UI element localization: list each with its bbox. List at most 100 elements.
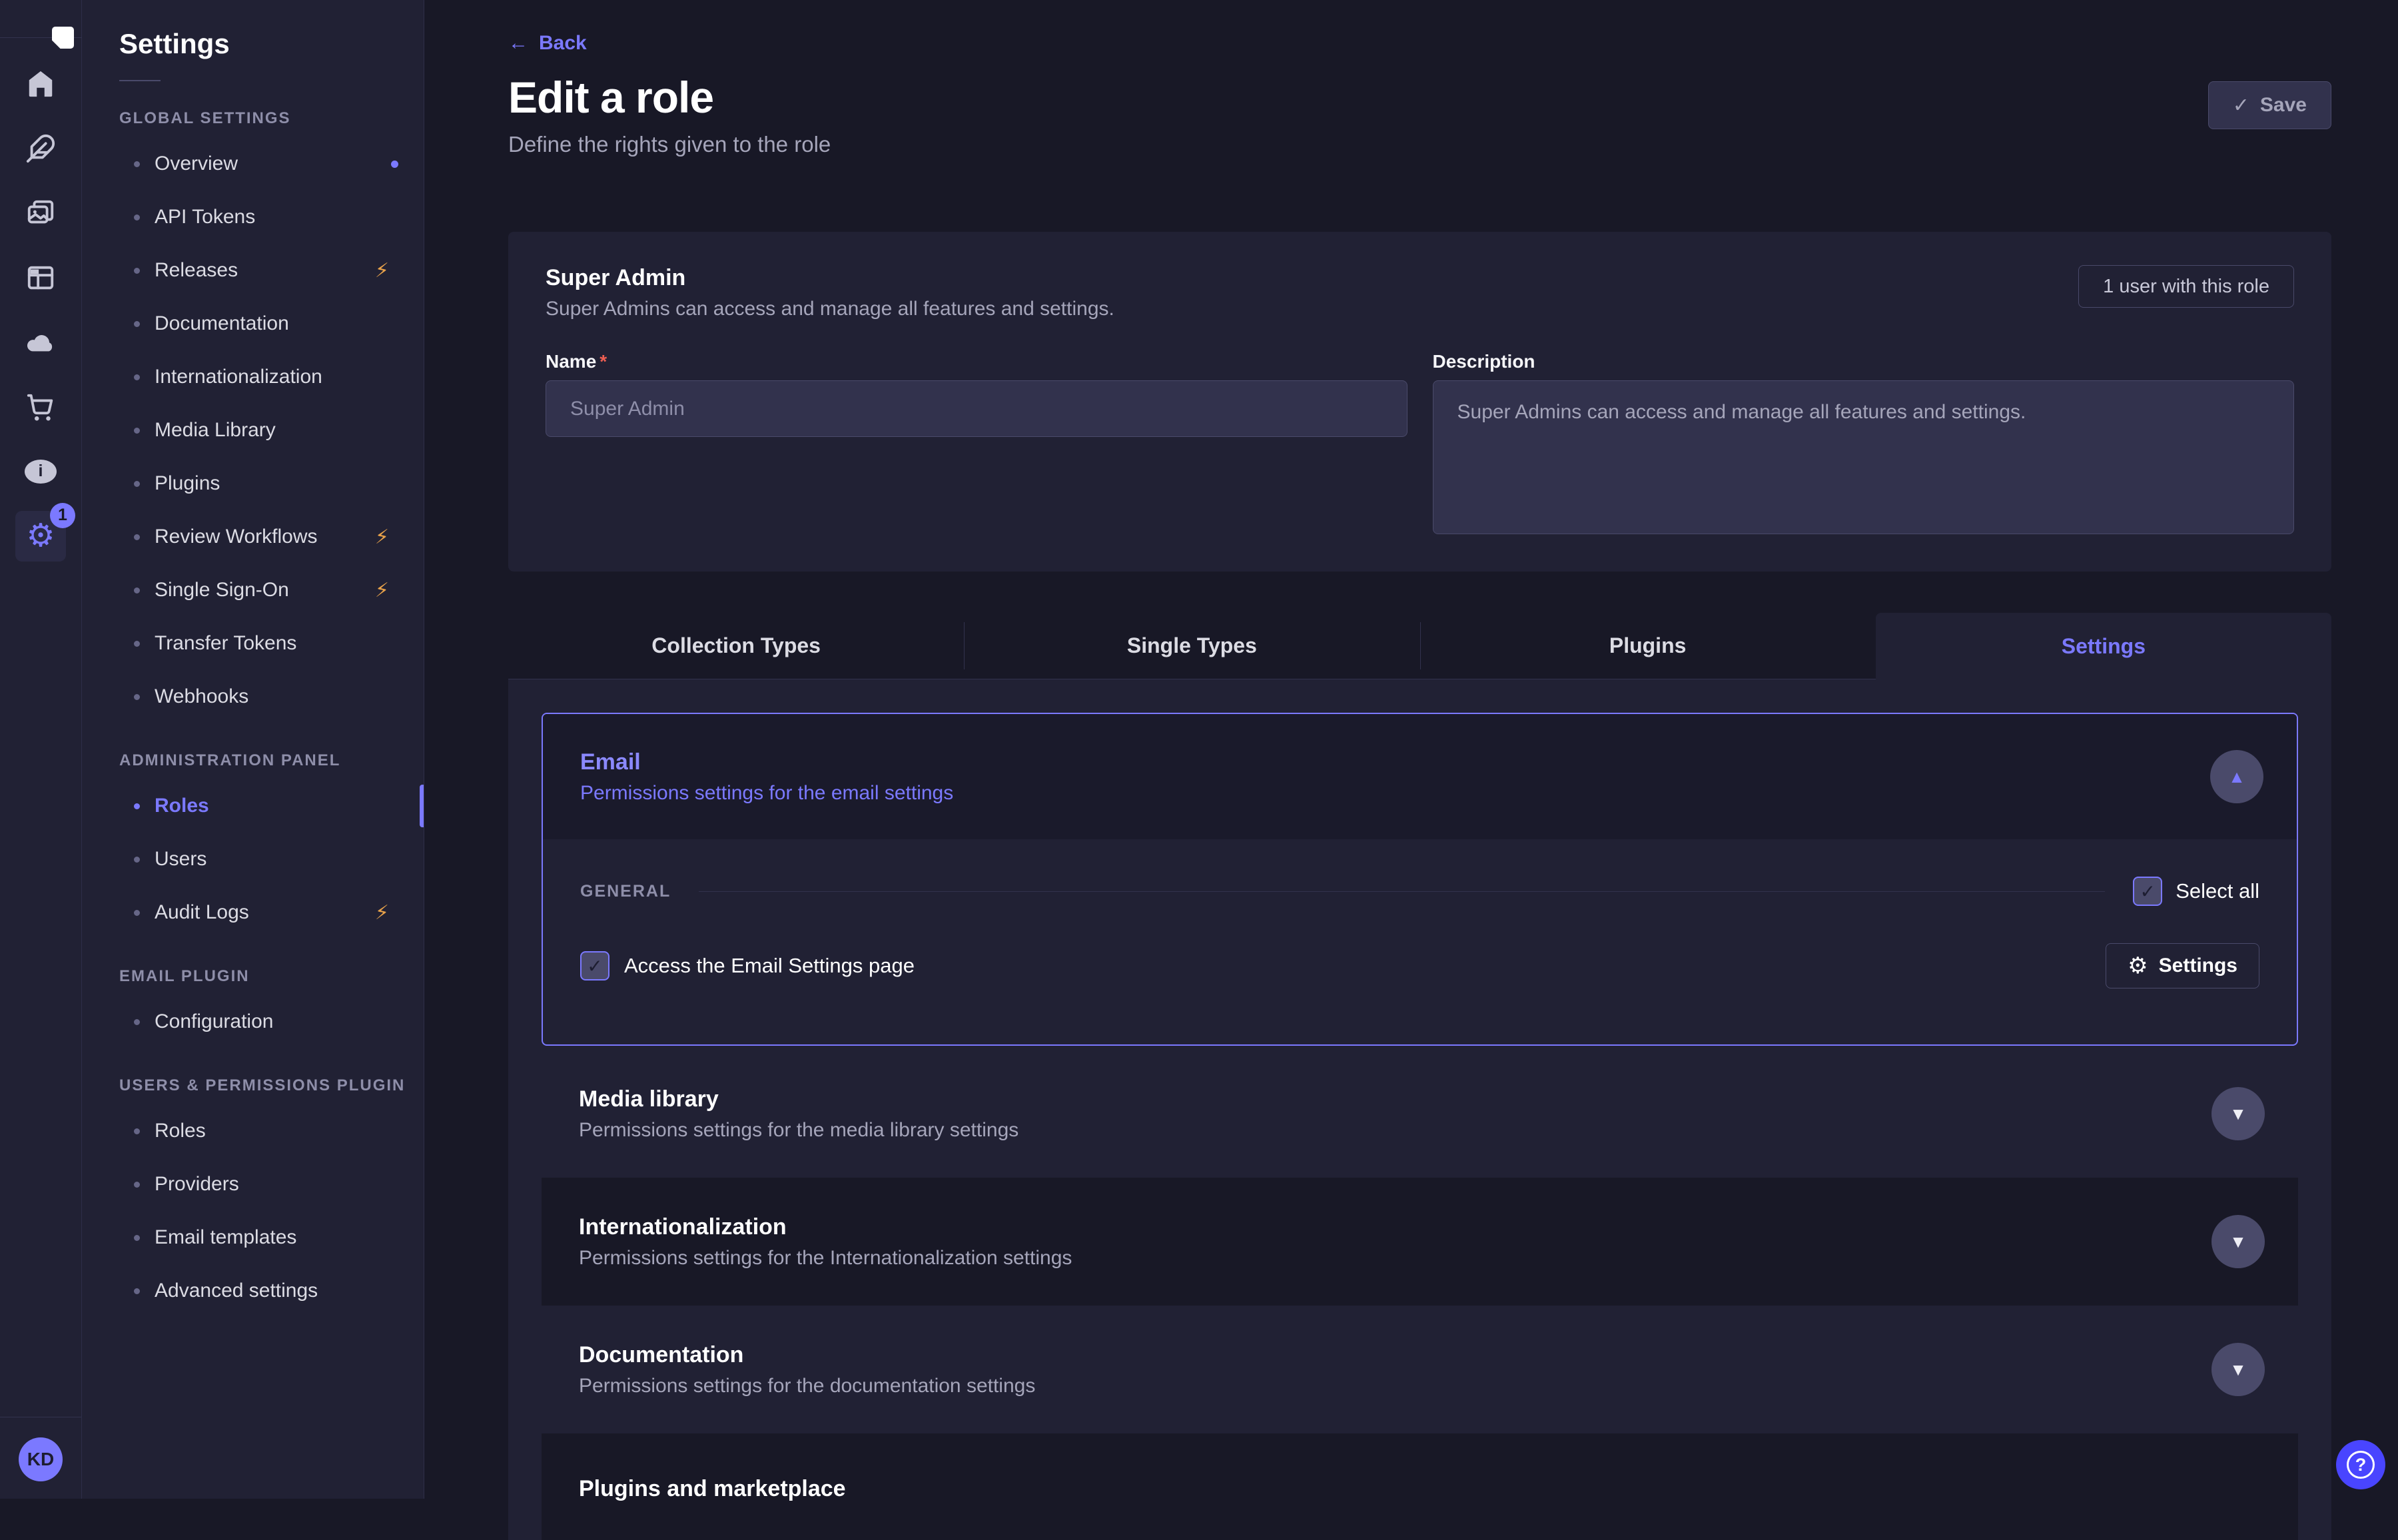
description-textarea[interactable]: Super Admins can access and manage all f… xyxy=(1433,380,2295,534)
role-details-card: Super Admin Super Admins can access and … xyxy=(508,232,2331,572)
marketplace-nav-button[interactable] xyxy=(9,374,73,439)
notification-badge: 1 xyxy=(50,503,75,528)
sidebar-item-label: Media Library xyxy=(155,419,276,442)
info-nav-button[interactable]: i xyxy=(9,439,73,504)
sidebar-item-providers[interactable]: Providers xyxy=(82,1158,424,1211)
user-avatar[interactable]: KD xyxy=(19,1437,63,1481)
layout-icon xyxy=(25,262,56,293)
section-email-plugin: EMAIL PLUGIN Configuration xyxy=(82,967,424,1048)
accordion-media-library[interactable]: Media library Permissions settings for t… xyxy=(542,1050,2298,1178)
general-section-label: GENERAL xyxy=(580,882,671,901)
sidebar-item-overview[interactable]: Overview xyxy=(82,137,424,191)
tab-collection-types[interactable]: Collection Types xyxy=(508,613,964,679)
rail-icons: i ⚙ 1 xyxy=(9,51,73,568)
email-settings-checkbox[interactable]: ✓ xyxy=(580,951,609,980)
sidebar-item-label: Roles xyxy=(155,1120,206,1142)
accordion-plugins-marketplace[interactable]: Plugins and marketplace xyxy=(542,1433,2298,1540)
help-button[interactable]: ? xyxy=(2336,1440,2385,1489)
sidebar-item-advanced-settings[interactable]: Advanced settings xyxy=(82,1264,424,1318)
sidebar-item-label: Plugins xyxy=(155,472,220,495)
sidebar-item-review-workflows[interactable]: Review Workflows ⚡ xyxy=(82,510,424,564)
content-type-builder-nav-button[interactable] xyxy=(9,245,73,310)
section-label: USERS & PERMISSIONS PLUGIN xyxy=(119,1076,424,1095)
sidebar-title: Settings xyxy=(119,28,424,60)
save-label: Save xyxy=(2260,94,2307,117)
sidebar-item-label: Transfer Tokens xyxy=(155,632,296,655)
permission-label: Access the Email Settings page xyxy=(624,954,915,978)
bullet-icon xyxy=(134,428,140,434)
collapse-accordion-button[interactable]: ▲ xyxy=(2210,750,2263,803)
feather-pen-icon xyxy=(25,133,56,164)
bullet-icon xyxy=(134,803,140,809)
bullet-icon xyxy=(134,268,140,274)
tab-single-types[interactable]: Single Types xyxy=(964,613,1419,679)
chevron-up-icon: ▲ xyxy=(2228,767,2245,787)
deploy-nav-button[interactable] xyxy=(9,310,73,374)
sidebar-item-users[interactable]: Users xyxy=(82,833,424,886)
sidebar-item-api-tokens[interactable]: API Tokens xyxy=(82,191,424,244)
permission-settings-button[interactable]: ⚙ Settings xyxy=(2106,943,2259,988)
cloud-icon xyxy=(25,327,56,358)
lightning-icon: ⚡ xyxy=(375,259,389,282)
accordion-subtitle: Permissions settings for the Internation… xyxy=(579,1247,2298,1270)
sidebar-item-label: Advanced settings xyxy=(155,1280,318,1302)
sidebar-item-single-sign-on[interactable]: Single Sign-On ⚡ xyxy=(82,564,424,617)
bullet-icon xyxy=(134,857,140,863)
expand-accordion-button[interactable]: ▼ xyxy=(2211,1087,2265,1140)
home-nav-button[interactable] xyxy=(9,51,73,116)
main-content: ← Back Edit a role Define the rights giv… xyxy=(424,0,2398,1499)
images-icon xyxy=(25,198,56,228)
accordion-internationalization[interactable]: Internationalization Permissions setting… xyxy=(542,1178,2298,1306)
accordion-documentation[interactable]: Documentation Permissions settings for t… xyxy=(542,1306,2298,1433)
settings-button-label: Settings xyxy=(2159,955,2237,977)
section-label: EMAIL PLUGIN xyxy=(119,967,424,986)
name-input[interactable] xyxy=(546,380,1407,437)
accordion-email-header[interactable]: Email Permissions settings for the email… xyxy=(543,714,2297,839)
permissions-tabs: Collection Types Single Types Plugins Se… xyxy=(508,613,2331,679)
accordion-title: Documentation xyxy=(579,1342,2298,1368)
tab-plugins[interactable]: Plugins xyxy=(1420,613,1876,679)
sidebar-item-media-library[interactable]: Media Library xyxy=(82,404,424,457)
sidebar-item-audit-logs[interactable]: Audit Logs ⚡ xyxy=(82,886,424,939)
info-icon: i xyxy=(25,460,57,484)
tab-settings[interactable]: Settings xyxy=(1876,613,2331,679)
sidebar-item-label: Users xyxy=(155,848,206,871)
sidebar-item-releases[interactable]: Releases ⚡ xyxy=(82,244,424,297)
sidebar-item-roles-active[interactable]: Roles xyxy=(82,779,424,833)
expand-accordion-button[interactable]: ▼ xyxy=(2211,1215,2265,1268)
sidebar-item-documentation[interactable]: Documentation xyxy=(82,297,424,350)
expand-accordion-button[interactable]: ▼ xyxy=(2211,1343,2265,1396)
section-divider xyxy=(699,891,2105,892)
gear-icon: ⚙ xyxy=(26,520,55,552)
media-library-nav-button[interactable] xyxy=(9,181,73,245)
sidebar-item-transfer-tokens[interactable]: Transfer Tokens xyxy=(82,617,424,670)
sidebar-item-plugins[interactable]: Plugins xyxy=(82,457,424,510)
sidebar-item-configuration[interactable]: Configuration xyxy=(82,995,424,1048)
save-button[interactable]: ✓ Save xyxy=(2208,81,2331,129)
select-all-checkbox[interactable]: ✓ xyxy=(2133,877,2162,906)
settings-nav-button[interactable]: ⚙ 1 xyxy=(9,504,73,568)
accordion-subtitle: Permissions settings for the email setti… xyxy=(580,782,953,805)
content-manager-nav-button[interactable] xyxy=(9,116,73,181)
chevron-down-icon: ▼ xyxy=(2229,1359,2247,1380)
sidebar-item-label: Webhooks xyxy=(155,685,248,708)
bullet-icon xyxy=(134,910,140,916)
sidebar-item-label: Review Workflows xyxy=(155,526,318,548)
sidebar-item-email-templates[interactable]: Email templates xyxy=(82,1211,424,1264)
section-administration-panel: ADMINISTRATION PANEL Roles Users Audit L… xyxy=(82,751,424,939)
check-icon: ✓ xyxy=(587,955,602,977)
check-icon: ✓ xyxy=(2233,94,2249,117)
sidebar-item-label: Internationalization xyxy=(155,366,322,388)
accordion-subtitle: Permissions settings for the media libra… xyxy=(579,1119,2298,1142)
settings-permissions-panel: Email Permissions settings for the email… xyxy=(508,679,2331,1540)
sidebar-item-webhooks[interactable]: Webhooks xyxy=(82,670,424,723)
check-icon: ✓ xyxy=(2140,881,2155,903)
sidebar-item-label: Documentation xyxy=(155,312,289,335)
sidebar-item-up-roles[interactable]: Roles xyxy=(82,1104,424,1158)
sidebar-item-label: Configuration xyxy=(155,1010,273,1033)
sidebar-title-divider xyxy=(119,80,161,81)
users-with-role-button[interactable]: 1 user with this role xyxy=(2078,265,2294,308)
page-subtitle: Define the rights given to the role xyxy=(508,132,2331,157)
back-button[interactable]: ← Back xyxy=(508,32,587,55)
sidebar-item-internationalization[interactable]: Internationalization xyxy=(82,350,424,404)
